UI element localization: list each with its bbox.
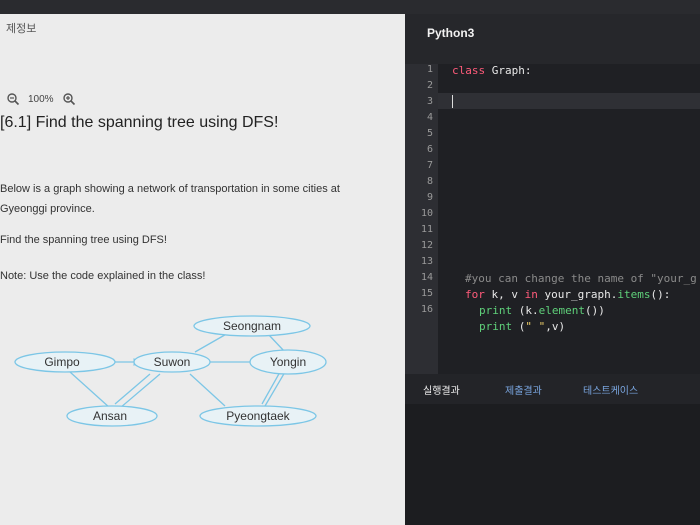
line-number: 12 xyxy=(420,240,433,251)
problem-note: Note: Use the code explained in the clas… xyxy=(0,270,206,282)
keyword: for xyxy=(465,288,485,301)
problem-panel: 제정보 100% [6.1] Find the spanning tree us… xyxy=(0,14,405,525)
node-suwon: Suwon xyxy=(133,351,211,373)
code-panel: Python3 1 2 3 4 5 6 7 8 9 10 11 12 13 14… xyxy=(405,14,700,525)
line-number: 11 xyxy=(420,224,433,235)
line-gutter xyxy=(405,64,438,374)
code-line-14: for k, v in your_graph.items(): xyxy=(465,288,670,301)
node-seongnam: Seongnam xyxy=(193,315,311,337)
line-number: 6 xyxy=(426,144,433,155)
line-number: 9 xyxy=(426,192,433,203)
node-ansan: Ansan xyxy=(66,405,158,427)
problem-instruction: Find the spanning tree using DFS! xyxy=(0,234,167,246)
keyword: in xyxy=(524,288,538,301)
node-label: Gimpo xyxy=(44,355,80,369)
code-editor[interactable]: 1 2 3 4 5 6 7 8 9 10 11 12 13 14 15 16 c… xyxy=(405,64,700,374)
code-text: k, v xyxy=(484,288,525,301)
code-text: ()) xyxy=(584,304,605,317)
output-area xyxy=(405,404,700,525)
code-line-15: print (k.element()) xyxy=(479,304,605,317)
transport-graph: Seongnam Gimpo Suwon Yongin Ansan Pyeong… xyxy=(14,315,327,427)
function-name: print xyxy=(479,304,513,317)
function-name: element xyxy=(538,304,585,317)
line-number: 14 xyxy=(420,272,433,283)
line-number: 4 xyxy=(426,112,433,123)
text-caret xyxy=(452,95,453,108)
line-number: 3 xyxy=(426,96,433,107)
tab-submit-result[interactable]: 제출결과 xyxy=(505,382,542,397)
tab-test-cases[interactable]: 테스트케이스 xyxy=(583,382,638,397)
line-number: 7 xyxy=(426,160,433,171)
code-text: (): xyxy=(650,288,671,301)
line-number: 10 xyxy=(420,208,433,219)
info-tab-label[interactable]: 제정보 xyxy=(6,20,36,36)
language-label[interactable]: Python3 xyxy=(427,26,474,40)
function-name: print xyxy=(479,320,513,333)
line-number: 5 xyxy=(426,128,433,139)
function-name: items xyxy=(617,288,651,301)
line-number: 2 xyxy=(426,80,433,91)
zoom-level: 100% xyxy=(28,93,54,105)
output-tabs: 실행결과 제출결과 테스트케이스 xyxy=(405,374,700,404)
string-literal: " " xyxy=(525,320,546,333)
node-label: Suwon xyxy=(154,355,191,369)
node-label: Yongin xyxy=(270,355,306,369)
code-text: ,v) xyxy=(545,320,566,333)
problem-description: Below is a graph showing a network of tr… xyxy=(0,183,340,215)
problem-title: [6.1] Find the spanning tree using DFS! xyxy=(0,114,279,131)
node-gimpo: Gimpo xyxy=(14,351,116,373)
node-pyeongtaek: Pyeongtaek xyxy=(199,405,317,427)
current-line-highlight xyxy=(438,93,700,109)
node-label: Seongnam xyxy=(223,319,281,333)
tab-run-result[interactable]: 실행결과 xyxy=(423,382,460,397)
code-line-1: class Graph: xyxy=(452,64,532,77)
code-comment: #you can change the name of "your_g xyxy=(465,272,697,285)
line-number: 1 xyxy=(426,64,433,75)
class-name: Graph: xyxy=(491,64,532,77)
zoom-out-icon[interactable] xyxy=(6,92,20,106)
line-number: 13 xyxy=(420,256,433,267)
code-text: your_graph. xyxy=(537,288,618,301)
node-yongin: Yongin xyxy=(249,349,327,375)
code-text: ( xyxy=(512,320,526,333)
line-number: 15 xyxy=(420,288,433,299)
line-number: 8 xyxy=(426,176,433,187)
line-number: 16 xyxy=(420,304,433,315)
node-label: Pyeongtaek xyxy=(226,409,290,423)
node-label: Ansan xyxy=(93,409,127,423)
zoom-controls: 100% xyxy=(6,92,76,106)
keyword: class xyxy=(452,64,486,77)
code-line-16: print (" ",v) xyxy=(479,320,565,333)
zoom-in-icon[interactable] xyxy=(62,92,76,106)
code-text: (k. xyxy=(512,304,539,317)
